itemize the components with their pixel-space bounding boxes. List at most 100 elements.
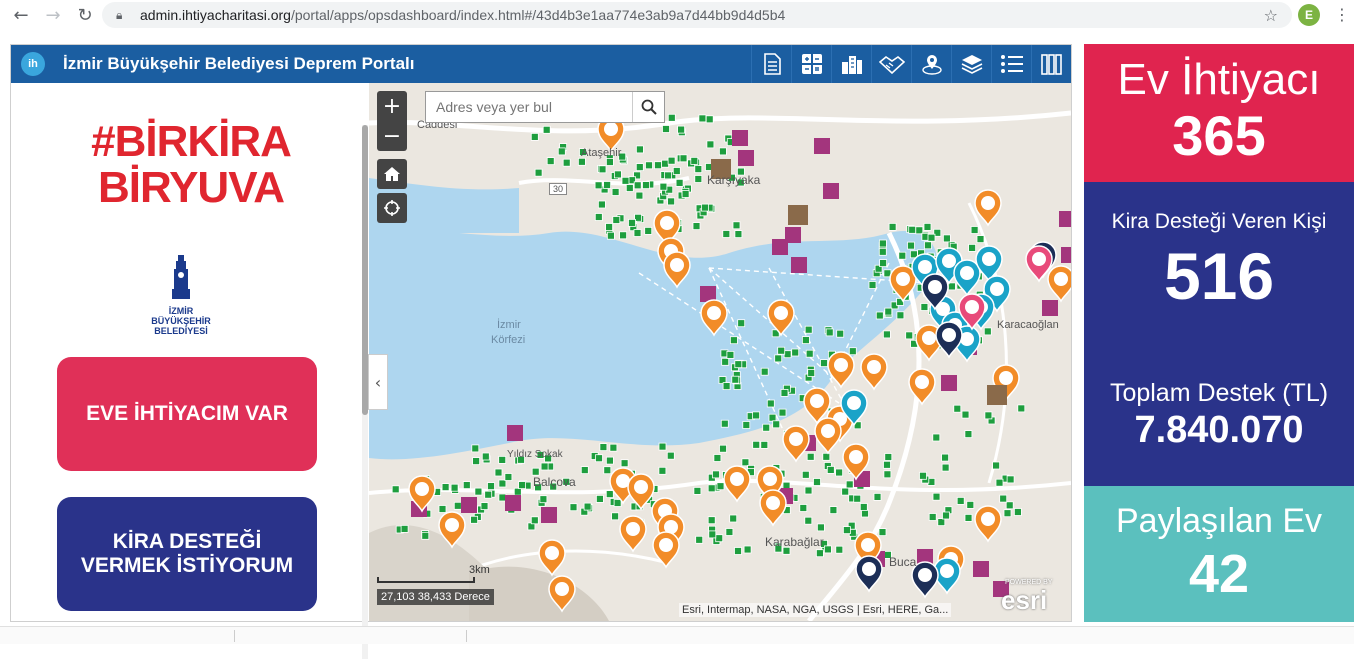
- green-marker: [421, 531, 430, 540]
- green-marker: [875, 311, 884, 320]
- green-marker: [609, 443, 618, 452]
- green-marker: [716, 482, 725, 491]
- orange-marker-dot: [981, 512, 995, 526]
- need-home-button[interactable]: EVE İHTİYACIM VAR: [57, 357, 317, 471]
- bottom-divider: [234, 630, 235, 642]
- green-marker: [667, 197, 676, 206]
- teal-marker-dot: [918, 260, 932, 274]
- orange-marker-dot: [981, 196, 995, 210]
- green-marker: [734, 547, 742, 555]
- label-buca: Buca: [889, 555, 917, 569]
- green-marker: [780, 388, 789, 397]
- map-attribution: Esri, Intermap, NASA, NGA, USGS | Esri, …: [679, 603, 952, 617]
- map-search-input[interactable]: [426, 92, 632, 122]
- green-marker: [905, 331, 914, 340]
- green-marker: [878, 528, 887, 537]
- page-title: İzmir Büyükşehir Belediyesi Deprem Porta…: [63, 54, 415, 73]
- collapse-panel-button[interactable]: ‹: [368, 354, 388, 410]
- orange-marker-dot: [415, 482, 429, 496]
- green-marker: [580, 466, 589, 475]
- location-pin-icon[interactable]: [911, 45, 951, 83]
- orange-marker-dot: [999, 371, 1013, 385]
- zoom-in-button[interactable]: +: [377, 91, 407, 121]
- green-marker: [884, 453, 893, 461]
- forward-icon[interactable]: →: [40, 2, 66, 28]
- esri-logo: esri: [1001, 585, 1048, 615]
- green-marker: [768, 413, 777, 422]
- green-marker: [908, 225, 917, 234]
- document-icon[interactable]: [751, 45, 791, 83]
- green-marker: [888, 222, 897, 231]
- green-marker: [542, 125, 551, 134]
- handshake-icon[interactable]: [871, 45, 911, 83]
- green-marker: [766, 399, 775, 408]
- green-marker: [471, 444, 480, 453]
- orange-marker-dot: [634, 480, 648, 494]
- orange-marker-dot: [774, 306, 788, 320]
- green-marker: [823, 545, 832, 554]
- orange-marker-dot: [545, 546, 559, 560]
- bookmark-star-icon[interactable]: ☆: [1264, 6, 1278, 25]
- list-icon[interactable]: [991, 45, 1031, 83]
- dashboard-panel: ih İzmir Büyükşehir Belediyesi Deprem Po…: [10, 44, 1072, 659]
- green-marker: [712, 470, 720, 479]
- green-marker: [546, 157, 555, 165]
- green-marker: [603, 466, 612, 475]
- green-marker: [518, 481, 527, 490]
- green-marker: [932, 433, 941, 442]
- back-icon[interactable]: ←: [8, 2, 34, 28]
- search-icon: [641, 99, 657, 115]
- locate-button[interactable]: [377, 193, 407, 223]
- reload-icon[interactable]: ↻: [72, 2, 98, 28]
- green-marker: [822, 452, 831, 461]
- green-marker: [498, 455, 507, 464]
- campaign-line-2: BİRYUVA: [97, 163, 285, 212]
- green-marker: [722, 382, 731, 391]
- green-marker: [658, 466, 667, 475]
- green-marker: [879, 259, 888, 268]
- zoom-out-button[interactable]: −: [377, 121, 407, 151]
- green-marker: [613, 170, 622, 179]
- green-marker: [675, 179, 684, 187]
- green-marker: [605, 158, 614, 166]
- green-marker: [605, 490, 614, 499]
- green-marker: [606, 231, 615, 240]
- navy-marker-dot: [928, 280, 942, 294]
- green-marker: [391, 485, 400, 494]
- orange-marker-dot: [766, 496, 780, 510]
- layers-icon[interactable]: [951, 45, 991, 83]
- green-marker: [772, 420, 781, 429]
- green-marker: [599, 443, 608, 452]
- give-rent-support-button[interactable]: KİRA DESTEĞİ VERMEK İSTİYORUM: [57, 497, 317, 611]
- green-marker: [783, 350, 792, 359]
- green-marker: [848, 347, 857, 356]
- purple-marker: [461, 497, 477, 513]
- green-marker: [715, 534, 724, 543]
- buildings-icon[interactable]: [831, 45, 871, 83]
- browser-menu-icon[interactable]: ⋮: [1334, 4, 1350, 26]
- map-view[interactable]: Caddesi Ataşehir Karşıyaka 30 İzmir Körf…: [369, 83, 1071, 621]
- dashboard-toolbar: [751, 45, 1071, 83]
- bottom-strip: [0, 626, 1354, 644]
- shared-home-stat-title: Paylaşılan Ev: [1116, 502, 1322, 540]
- green-marker: [878, 239, 887, 248]
- navy-marker-dot: [918, 568, 932, 582]
- green-marker: [883, 460, 891, 469]
- green-marker: [731, 375, 740, 384]
- profile-avatar[interactable]: E: [1298, 4, 1320, 26]
- green-marker: [956, 496, 965, 505]
- address-bar[interactable]: 🔒︎ admin.ihtiyacharitasi.org /portal/app…: [102, 2, 1292, 28]
- search-button[interactable]: [632, 92, 664, 122]
- orange-marker-dot: [810, 394, 824, 408]
- home-button[interactable]: [377, 159, 407, 189]
- shared-home-stat-value: 42: [1188, 544, 1250, 604]
- green-marker: [883, 330, 891, 339]
- purple-marker: [1042, 300, 1058, 316]
- green-marker: [662, 125, 670, 133]
- green-marker: [995, 478, 1004, 487]
- url-domain: admin.ihtiyacharitasi.org: [140, 7, 291, 23]
- green-marker: [494, 468, 503, 477]
- calculator-icon[interactable]: [791, 45, 831, 83]
- scale-label: 3km: [469, 564, 490, 576]
- library-icon[interactable]: [1031, 45, 1071, 83]
